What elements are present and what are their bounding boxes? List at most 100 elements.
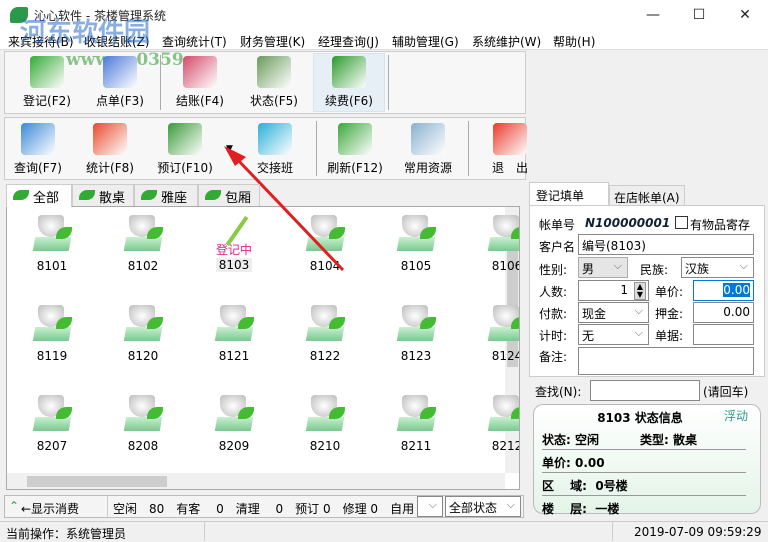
toolbar-button-stats[interactable]: 统计(F8) (74, 123, 146, 176)
menu-item[interactable]: 财务管理(K) (240, 33, 305, 50)
toolbar-button-order[interactable]: 点单(F3) (84, 56, 156, 109)
remark-field[interactable] (578, 347, 754, 375)
table-number: 8211 (400, 439, 432, 453)
info-type: 类型: 散桌 (640, 433, 697, 447)
table-item[interactable]: 8209 (194, 393, 274, 453)
tab-3[interactable]: 包厢 (198, 184, 260, 206)
table-item[interactable]: 8120 (103, 303, 183, 363)
toolbar-button-label: 退 出 (491, 161, 528, 175)
menu-item[interactable]: 收银结账(Z) (84, 33, 150, 50)
table-item[interactable]: 8119 (12, 303, 92, 363)
horizontal-scrollbar[interactable] (7, 473, 505, 489)
show-consume-button[interactable]: ←显示消费 (21, 500, 79, 517)
table-item[interactable]: 8122 (285, 303, 365, 363)
maximize-button[interactable]: ☐ (676, 0, 722, 30)
table-item[interactable]: 8208 (103, 393, 183, 453)
table-item[interactable]: 8124 (467, 303, 519, 363)
app-logo-icon (10, 7, 28, 23)
menu-item[interactable]: 经理查询(J) (318, 33, 379, 50)
teacup-icon (30, 303, 74, 343)
table-number: 8119 (36, 349, 68, 363)
table-item[interactable]: 8101 (12, 213, 92, 273)
timing-select[interactable]: 无 (578, 324, 649, 345)
teacup-icon (303, 213, 347, 253)
ethnic-select[interactable]: 汉族 (681, 257, 754, 278)
menu-item[interactable]: 查询统计(T) (162, 33, 227, 50)
table-item[interactable]: 登记中 8103 (194, 213, 274, 272)
tab-instore[interactable]: 在店帐单(A) (609, 185, 685, 206)
find-input[interactable] (590, 380, 700, 401)
teacup-icon (212, 393, 256, 433)
refresh-icon (338, 123, 372, 155)
receipt-field[interactable] (693, 324, 754, 345)
table-item[interactable]: 8210 (285, 393, 365, 453)
menu-item[interactable]: 帮助(H) (553, 33, 595, 50)
table-item[interactable]: 8212 (467, 393, 519, 453)
toolbar-button-register[interactable]: 登记(F2) (11, 56, 83, 109)
table-item[interactable]: 8121 (194, 303, 274, 363)
menu-item[interactable]: 辅助管理(G) (392, 33, 459, 50)
table-number: 8207 (36, 439, 68, 453)
customer-field[interactable]: 编号(8103) (578, 234, 754, 255)
teacup-icon (212, 303, 256, 343)
teacup-icon (121, 393, 165, 433)
toolbar-button-refresh[interactable]: 刷新(F12) (319, 123, 391, 176)
table-number: 8121 (218, 349, 250, 363)
status-counts: 空闲 80 有客 0 清理 0 预订 0 修理 0 自用 0 (113, 502, 426, 516)
pay-select[interactable]: 现金 (578, 302, 649, 323)
table-item[interactable]: 8207 (12, 393, 92, 453)
toolbar-button-reserve[interactable]: 预订(F10) (149, 123, 221, 176)
stepper-arrows-icon[interactable]: ▲ ▼ (634, 282, 646, 300)
deposit-field[interactable]: 0.00 (693, 302, 754, 323)
close-button[interactable]: ✕ (722, 0, 768, 30)
storage-checkbox[interactable] (675, 216, 688, 229)
toolbar-button-checkout[interactable]: 结账(F4) (164, 56, 236, 109)
tab-label: 全部 (33, 191, 60, 206)
toolbar-button-label: 查询(F7) (14, 161, 62, 175)
float-link[interactable]: 浮动 (724, 407, 748, 424)
expand-up-icon[interactable]: ⌃ (9, 499, 19, 513)
price-value: 0.00 (723, 283, 750, 297)
teacup-icon (121, 303, 165, 343)
info-floor: 楼 层: 一楼 (542, 502, 620, 516)
toolbar-button-label: 交接班 (256, 161, 293, 175)
toolbar-button-shift[interactable]: 交接班 (239, 123, 311, 176)
table-item[interactable]: 8105 (376, 213, 456, 273)
toolbar-button-renew[interactable]: 续费(F6) (313, 56, 385, 109)
tab-register[interactable]: 登记填单(D) (529, 182, 609, 218)
leaf-icon (79, 190, 95, 200)
storage-label: 有物品寄存 (690, 218, 751, 232)
status-filter-select[interactable]: 全部状态 (445, 496, 521, 517)
datetime: 2019-07-09 09:59:29 (634, 525, 762, 539)
teacup-icon (394, 213, 438, 253)
toolbar-button-search[interactable]: 查询(F7) (2, 123, 74, 176)
table-number: 8105 (400, 259, 432, 273)
table-item[interactable]: 8102 (103, 213, 183, 273)
window-title: 沁心软件 - 茶楼管理系统 (34, 9, 166, 23)
table-number: 8104 (309, 259, 341, 273)
menu-item[interactable]: 来宾接待(B) (8, 33, 74, 50)
floor-select[interactable] (417, 496, 443, 517)
bill-no-label: 帐单号 (539, 218, 576, 232)
table-item[interactable]: 8211 (376, 393, 456, 453)
toolbar-button-exit[interactable]: 退 出 (474, 123, 546, 176)
gender-select[interactable]: 男 (578, 257, 628, 278)
minimize-button[interactable]: — (630, 0, 676, 30)
toolbar-button-status[interactable]: 状态(F5) (238, 56, 310, 109)
tab-1[interactable]: 散桌 (72, 184, 134, 206)
reserve-dropdown-arrow[interactable]: ▼ (226, 144, 233, 154)
tab-2[interactable]: 雅座 (134, 184, 198, 206)
menu-item[interactable]: 系统维护(W) (472, 33, 541, 50)
toolbar-button-label: 续费(F6) (325, 94, 373, 108)
table-item[interactable]: 8104 (285, 213, 365, 273)
table-item[interactable]: 8106 (467, 213, 519, 273)
table-number: 8103 (215, 258, 253, 272)
table-item[interactable]: 8123 (376, 303, 456, 363)
price-field[interactable]: 0.00 (693, 280, 754, 301)
register-icon (30, 56, 64, 88)
tab-0[interactable]: 全部 (6, 184, 72, 207)
tab-label: 散桌 (99, 191, 126, 206)
toolbar-button-label: 常用资源 (403, 161, 452, 175)
teacup-icon (485, 213, 519, 253)
toolbar-button-resources[interactable]: 常用资源 (392, 123, 464, 176)
